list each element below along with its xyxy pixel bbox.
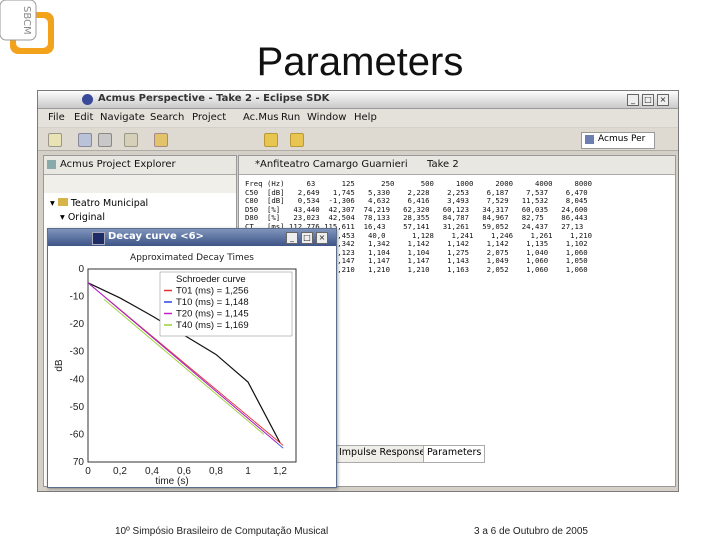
explorer-tab-icon — [47, 160, 56, 169]
y-tick-label: -20 — [70, 319, 85, 330]
menu-acmus[interactable]: Ac.Mus — [243, 112, 279, 123]
y-tick-label: -60 — [70, 429, 85, 440]
menu-navigate[interactable]: Navigate — [100, 112, 145, 123]
x-tick-label: 0 — [85, 466, 91, 477]
print-icon[interactable] — [98, 133, 112, 147]
perspective-switcher[interactable]: Acmus Per — [581, 132, 655, 149]
chart-subtitle: Approximated Decay Times — [130, 253, 254, 263]
x-tick-label: 0,2 — [113, 466, 127, 477]
legend-entry: T20 (ms) = 1,145 — [176, 309, 249, 320]
editor-tab-header: *Anfiteatro Camargo Guarnieri Take 2 — [239, 156, 675, 175]
minimize-icon[interactable]: _ — [627, 94, 639, 106]
tree-item-original[interactable]: ▾ Original — [60, 212, 105, 223]
explorer-tab-header: Acmus Project Explorer — [44, 156, 236, 175]
tree-item-label: Original — [67, 212, 105, 223]
x-axis-label: time (s) — [155, 476, 188, 486]
forward-icon[interactable] — [290, 133, 304, 147]
tree-item-label: Teatro Municipal — [70, 198, 149, 209]
x-tick-label: 1,2 — [273, 466, 287, 477]
legend-entry: T10 (ms) = 1,148 — [176, 297, 249, 308]
maximize-icon[interactable]: □ — [642, 94, 654, 106]
window-title: Acmus Perspective - Take 2 - Eclipse SDK — [98, 93, 330, 104]
close-icon[interactable]: × — [657, 94, 669, 106]
save-icon[interactable] — [78, 133, 92, 147]
menu-search[interactable]: Search — [150, 112, 184, 123]
legend-entry: T01 (ms) = 1,256 — [176, 286, 249, 297]
dialog-titlebar: Decay curve <6> _ □ × — [48, 229, 336, 246]
y-axis-label: dB — [54, 359, 65, 372]
minimize-icon[interactable]: _ — [286, 232, 298, 244]
slide-title: Parameters — [256, 40, 464, 84]
y-tick-label: 0 — [78, 264, 84, 275]
tab-parameters[interactable]: Parameters — [423, 445, 486, 463]
dialog-app-icon — [92, 232, 105, 245]
x-tick-label: 0,8 — [209, 466, 223, 477]
menu-help[interactable]: Help — [354, 112, 377, 123]
expand-icon[interactable]: ▾ — [60, 212, 65, 223]
explorer-toolbar — [44, 175, 236, 193]
perspective-label: Acmus Per — [598, 134, 646, 144]
y-tick-label: -50 — [70, 402, 85, 413]
menu-project[interactable]: Project — [192, 112, 226, 123]
menu-edit[interactable]: Edit — [74, 112, 93, 123]
tab-anfiteatro[interactable]: *Anfiteatro Camargo Guarnieri — [255, 159, 408, 170]
menu-file[interactable]: File — [48, 112, 65, 123]
footer-left: 10º Simpósio Brasileiro de Computação Mu… — [115, 526, 329, 537]
decay-curve-dialog: Decay curve <6> _ □ × Approximated Decay… — [47, 228, 337, 488]
y-tick-label: 70 — [73, 457, 85, 468]
tab-impulse-response[interactable]: Impulse Response — [335, 445, 430, 463]
close-icon[interactable]: × — [316, 232, 328, 244]
menu-bar: File Edit Navigate Search Project Ac.Mus… — [38, 109, 678, 127]
edit-icon[interactable] — [154, 133, 168, 147]
maximize-icon[interactable]: □ — [301, 232, 313, 244]
expand-icon[interactable]: ▾ — [50, 198, 55, 209]
tab-take2[interactable]: Take 2 — [427, 159, 459, 170]
back-icon[interactable] — [264, 133, 278, 147]
new-icon[interactable] — [48, 133, 62, 147]
perspective-icon — [585, 135, 594, 144]
legend-entry: Schroeder curve — [176, 274, 246, 285]
legend-entry: T40 (ms) = 1,169 — [176, 320, 249, 331]
build-icon[interactable] — [124, 133, 138, 147]
decay-chart: 0-10-20-30-40-50-60700 0,2 0,4 0,6 0,8 1 1,2dB… — [54, 264, 297, 486]
menu-window[interactable]: Window — [307, 112, 346, 123]
x-tick-label: 1 — [245, 466, 251, 477]
y-tick-label: -40 — [70, 374, 85, 385]
folder-icon — [57, 198, 68, 206]
dialog-title: Decay curve <6> — [108, 231, 204, 242]
footer-right: 3 a 6 de Outubro de 2005 — [474, 526, 588, 537]
tree-item-teatro[interactable]: ▾ Teatro Municipal — [50, 198, 148, 209]
window-titlebar: Acmus Perspective - Take 2 - Eclipse SDK… — [38, 91, 678, 109]
y-tick-label: -10 — [70, 292, 85, 303]
logo-letters: SBCM — [21, 6, 32, 35]
eclipse-app-icon — [82, 94, 93, 105]
explorer-tab[interactable]: Acmus Project Explorer — [60, 159, 176, 170]
menu-run[interactable]: Run — [281, 112, 300, 123]
y-tick-label: -30 — [70, 347, 85, 358]
